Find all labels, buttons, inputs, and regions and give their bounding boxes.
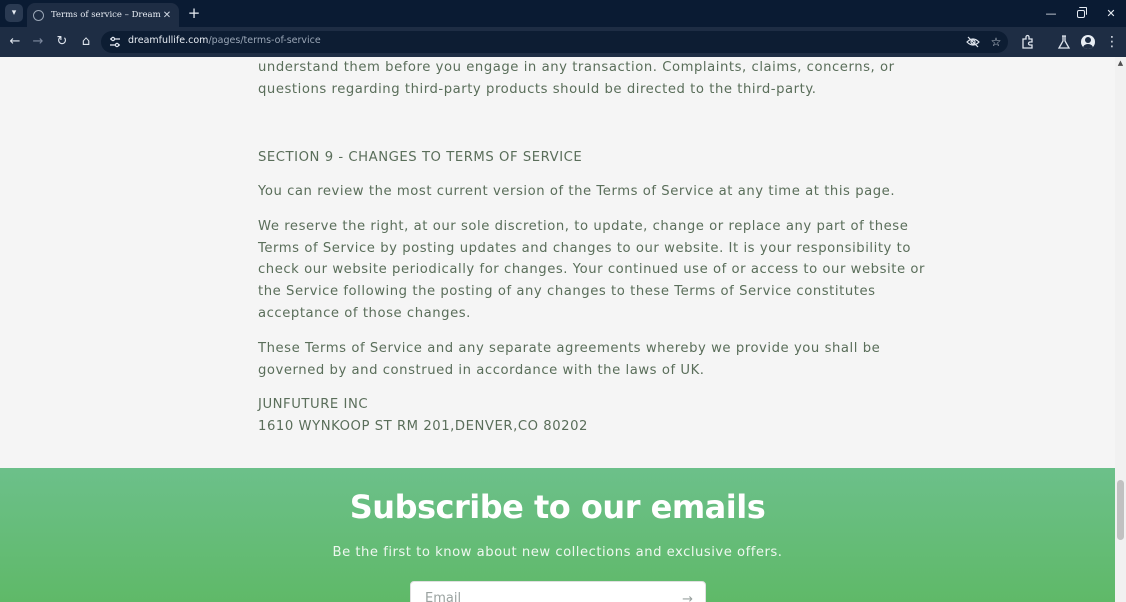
text-line: acceptance of those changes. [258, 305, 471, 321]
minimize-button[interactable]: — [1036, 0, 1066, 27]
home-button[interactable]: ⌂ [77, 33, 95, 51]
back-button[interactable]: ← [6, 33, 24, 51]
text-line: These Terms of Service and any separate … [258, 341, 881, 356]
company-name: JUNFUTURE INC [258, 397, 369, 412]
site-info-icon[interactable] [109, 36, 121, 48]
newsletter-section: Subscribe to our emails Be the first to … [0, 468, 1115, 602]
newsletter-title: Subscribe to our emails [349, 488, 766, 526]
newsletter-description: Be the first to know about new collectio… [332, 545, 783, 560]
globe-icon [33, 9, 44, 21]
forward-button[interactable]: → [29, 33, 47, 51]
text-line: the Service following the posting of any… [258, 284, 876, 300]
avatar [1081, 35, 1095, 49]
text-line: questions regarding third-party products… [258, 81, 817, 97]
bookmark-star-icon[interactable]: ☆ [989, 35, 1003, 49]
text-line: Terms of Service by posting updates and … [258, 240, 911, 256]
email-field[interactable] [425, 591, 665, 602]
eye-slash-icon[interactable] [966, 35, 980, 49]
text-line: You can review the most current version … [258, 184, 896, 199]
browser-toolbar: ← → ↻ ⌂ dreamfullife.com/pages/terms-of-… [0, 27, 1126, 57]
text-line: We reserve the right, at our sole discre… [258, 219, 909, 234]
browser-tab-bar: ▾ Terms of service – Dreamfull.ife ✕ + —… [0, 0, 1126, 27]
text-line: check our website periodically for chang… [258, 262, 925, 278]
previous-section-paragraph: understand them before you engage in any… [258, 57, 895, 100]
paragraph-review: You can review the most current version … [258, 181, 896, 203]
labs-flask-icon[interactable] [1055, 33, 1073, 51]
extensions-icon[interactable] [1019, 33, 1037, 51]
restore-icon [1077, 6, 1087, 18]
tab-search-button[interactable]: ▾ [5, 4, 23, 22]
url-path: /pages/terms-of-service [208, 35, 321, 46]
tab-title: Terms of service – Dreamfull.ife [51, 10, 161, 20]
new-tab-button[interactable]: + [186, 4, 202, 22]
restore-button[interactable] [1066, 0, 1096, 27]
arrow-right-icon[interactable]: → [682, 592, 693, 602]
tab-active[interactable]: Terms of service – Dreamfull.ife ✕ [27, 3, 179, 27]
company-address: 1610 WYNKOOP ST RM 201,DENVER,CO 80202 [258, 418, 588, 434]
address-bar[interactable]: dreamfullife.com/pages/terms-of-service … [101, 31, 1008, 53]
paragraph-governing-law: These Terms of Service and any separate … [258, 338, 881, 381]
reload-button[interactable]: ↻ [53, 33, 71, 51]
page-scrollbar[interactable]: ▲ [1115, 57, 1126, 602]
company-block: JUNFUTURE INC 1610 WYNKOOP ST RM 201,DEN… [258, 394, 858, 437]
text-line: understand them before you engage in any… [258, 60, 895, 75]
email-field-container: → [410, 581, 706, 602]
text-line: governed by and construed in accordance … [258, 362, 705, 378]
close-window-button[interactable]: ✕ [1096, 0, 1126, 27]
profile-avatar-icon[interactable] [1079, 33, 1097, 51]
tab-close-icon[interactable]: ✕ [161, 10, 173, 21]
scroll-up-arrow-icon[interactable]: ▲ [1115, 57, 1126, 69]
url-host: dreamfullife.com [128, 35, 209, 46]
page-viewport: understand them before you engage in any… [0, 57, 1115, 602]
paragraph-reserve-right: We reserve the right, at our sole discre… [258, 216, 925, 325]
url-text[interactable]: dreamfullife.com/pages/terms-of-service [128, 35, 321, 46]
kebab-menu-icon[interactable]: ⋮ [1103, 33, 1121, 51]
scroll-thumb[interactable] [1117, 480, 1124, 540]
section-heading: SECTION 9 - CHANGES TO TERMS OF SERVICE [258, 150, 583, 165]
